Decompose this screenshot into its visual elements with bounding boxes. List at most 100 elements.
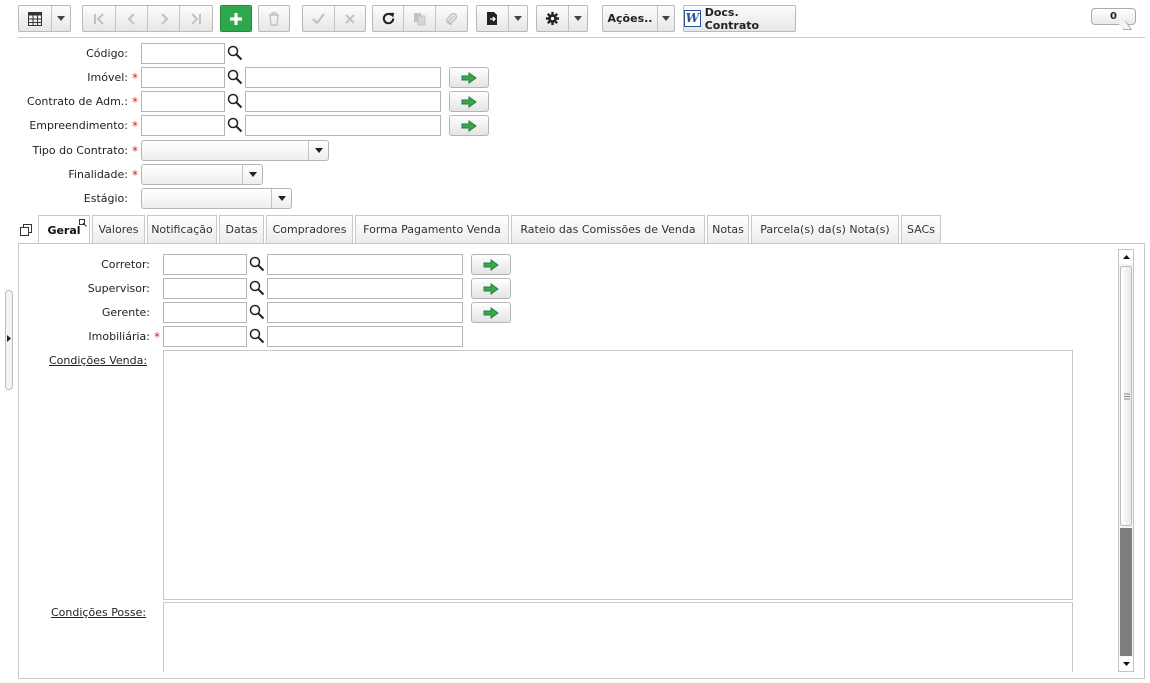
empreendimento-go-button[interactable] [449,115,489,136]
gerente-description-input[interactable] [267,302,463,323]
tab-geral[interactable]: Geral [38,215,90,244]
tipo-contrato-label: Tipo do Contrato: [32,144,128,157]
export-button[interactable] [477,6,510,31]
condicoes-posse-label[interactable]: Condições Posse: [51,606,146,619]
add-record-button[interactable] [221,6,251,31]
search-icon[interactable] [249,328,265,344]
search-icon[interactable] [249,280,265,296]
tab-notificacao[interactable]: Notificação [147,215,217,243]
condicoes-posse-textarea[interactable] [163,602,1073,672]
supervisor-go-button[interactable] [471,278,511,299]
imovel-row: Imóvel: * [0,67,500,89]
tab-sacs[interactable]: SACs [901,215,941,243]
confirm-button[interactable] [303,6,335,31]
tab-datas[interactable]: Datas [219,215,264,243]
empreendimento-label: Empreendimento: [29,119,128,132]
search-icon[interactable] [227,117,243,133]
imobiliaria-description-input[interactable] [267,326,463,347]
plus-icon [230,12,242,25]
delete-group [258,5,290,32]
tab-parcelas-notas[interactable]: Parcela(s) da(s) Nota(s) [751,215,899,243]
finalidade-select[interactable] [141,164,263,185]
search-icon[interactable] [249,256,265,272]
acoes-button[interactable]: Ações.. [603,6,658,31]
search-icon[interactable] [249,304,265,320]
contrato-adm-code-input[interactable] [141,91,225,112]
tab-notas[interactable]: Notas [707,215,749,243]
notification-counter[interactable]: 0 [1091,8,1136,25]
scroll-track[interactable] [1120,528,1132,656]
refresh-button[interactable] [373,6,405,31]
settings-dropdown[interactable] [569,6,587,31]
chevron-up-icon [1122,255,1130,259]
empreendimento-description-input[interactable] [245,115,441,136]
finalidade-label: Finalidade: [68,168,128,181]
chevron-down-icon [514,16,523,21]
cancel-button[interactable] [335,6,366,31]
settings-button[interactable] [537,6,570,31]
gerente-go-button[interactable] [471,302,511,323]
tab-rateio-comissoes-venda[interactable]: Rateio das Comissões de Venda [511,215,705,243]
acoes-dropdown[interactable] [658,6,674,31]
last-record-button[interactable] [180,6,212,31]
imobiliaria-code-input[interactable] [163,326,247,347]
empreendimento-row: Empreendimento: * [0,115,500,137]
scroll-thumb[interactable] [1120,266,1132,526]
search-icon[interactable] [227,93,243,109]
check-icon [311,13,325,24]
corretor-go-button[interactable] [471,254,511,275]
estagio-select[interactable] [141,188,292,209]
chevron-down-icon [57,16,66,21]
first-record-button[interactable] [83,6,116,31]
imovel-go-button[interactable] [449,67,489,88]
codigo-input[interactable] [141,43,225,64]
tipo-contrato-select[interactable] [141,140,329,161]
docs-contrato-label: Docs. Contrato [704,5,760,32]
prev-record-button[interactable] [116,6,148,31]
chevron-down-icon [574,16,583,21]
grid-view-button[interactable] [19,6,53,31]
tab-label: SACs [907,223,935,236]
corretor-label: Corretor: [101,258,150,271]
imovel-description-input[interactable] [245,67,441,88]
tab-valores[interactable]: Valores [92,215,145,243]
gerente-code-input[interactable] [163,302,247,323]
export-group [476,5,528,32]
scroll-down-button[interactable] [1119,657,1133,671]
codigo-label: Código: [86,47,128,60]
paperclip-icon [446,12,458,25]
contrato-adm-description-input[interactable] [245,91,441,112]
search-icon[interactable] [227,69,243,85]
tab-forma-pagamento-venda[interactable]: Forma Pagamento Venda [355,215,509,243]
search-icon[interactable] [227,45,243,61]
grid-view-dropdown[interactable] [52,6,70,31]
condicoes-venda-textarea[interactable] [163,350,1073,600]
corretor-description-input[interactable] [267,254,463,275]
expand-tab-icon[interactable] [79,219,87,227]
scroll-up-button[interactable] [1119,250,1133,264]
imovel-code-input[interactable] [141,67,225,88]
delete-record-button[interactable] [259,6,289,31]
export-dropdown[interactable] [509,6,527,31]
finalidade-row: Finalidade: * [0,164,500,186]
gerente-row: Gerente: [0,302,520,324]
docs-contrato-button[interactable]: W Docs. Contrato [684,5,795,32]
empreendimento-code-input[interactable] [141,115,225,136]
attach-button[interactable] [436,6,467,31]
side-panel-handle[interactable] [5,290,13,390]
contrato-adm-go-button[interactable] [449,91,489,112]
supervisor-description-input[interactable] [267,278,463,299]
copy-button[interactable] [404,6,436,31]
gerente-label: Gerente: [101,306,150,319]
panel-scrollbar[interactable] [1118,249,1134,672]
tab-label: Notificação [151,223,213,236]
tab-label: Rateio das Comissões de Venda [520,223,696,236]
condicoes-venda-label[interactable]: Condições Venda: [49,354,147,367]
corretor-code-input[interactable] [163,254,247,275]
tab-compradores[interactable]: Compradores [266,215,353,243]
next-record-button[interactable] [148,6,180,31]
supervisor-code-input[interactable] [163,278,247,299]
acoes-label: Ações.. [607,12,653,25]
arrow-right-icon [483,282,499,295]
restore-window-icon[interactable] [20,224,32,236]
